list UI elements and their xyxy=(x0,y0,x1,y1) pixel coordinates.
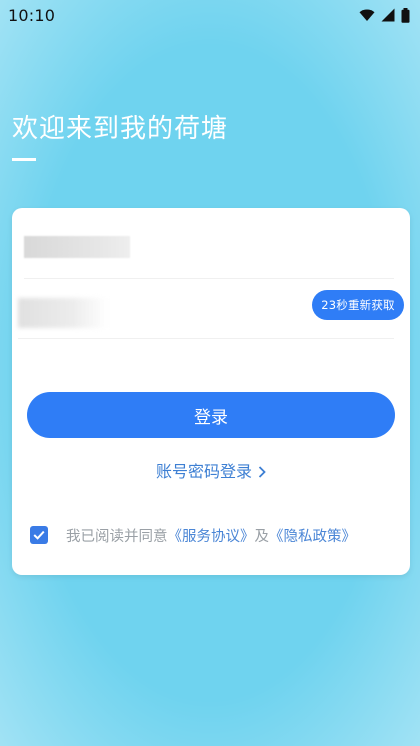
chevron-right-icon xyxy=(258,462,266,481)
page-title: 欢迎来到我的荷塘 xyxy=(12,114,229,144)
agreement-prefix: 我已阅读并同意 xyxy=(66,528,168,545)
status-bar: 10:10 xyxy=(0,0,420,30)
check-icon xyxy=(33,530,45,540)
phone-input[interactable] xyxy=(24,236,130,258)
status-time: 10:10 xyxy=(8,5,56,25)
verification-code-row: 23秒重新获取 xyxy=(18,286,404,339)
agreement-conjunction: 及 xyxy=(254,528,270,545)
password-login-link[interactable]: 账号密码登录 xyxy=(12,458,410,482)
resend-code-button[interactable]: 23秒重新获取 xyxy=(312,290,404,320)
verification-code-input[interactable] xyxy=(18,298,108,328)
agreement-checkbox[interactable] xyxy=(30,526,48,544)
agreement-row: 我已阅读并同意《服务协议》及《隐私政策》 xyxy=(30,524,400,546)
login-card: 23秒重新获取 登录 账号密码登录 我已阅读并同意《服务协议》及《隐私政策》 xyxy=(12,208,410,575)
signal-icon xyxy=(381,8,395,22)
password-login-label: 账号密码登录 xyxy=(155,462,252,481)
service-agreement-link[interactable]: 《服务协议》 xyxy=(168,529,255,545)
agreement-text: 我已阅读并同意《服务协议》及《隐私政策》 xyxy=(66,525,356,546)
wifi-icon xyxy=(359,8,375,22)
login-button[interactable]: 登录 xyxy=(27,392,395,438)
battery-icon xyxy=(401,7,410,23)
title-underline xyxy=(12,158,36,161)
status-icons xyxy=(359,7,410,23)
privacy-policy-link[interactable]: 《隐私政策》 xyxy=(269,529,356,545)
phone-row xyxy=(24,226,394,279)
